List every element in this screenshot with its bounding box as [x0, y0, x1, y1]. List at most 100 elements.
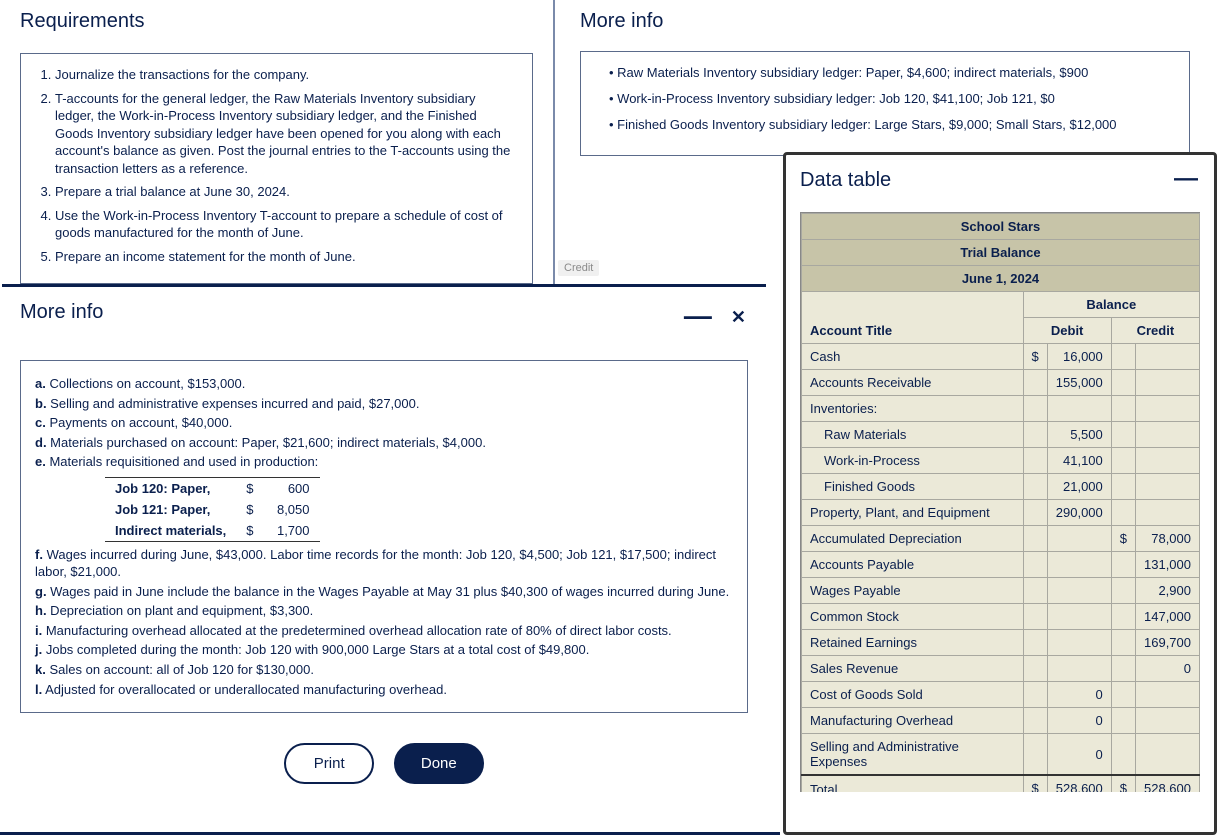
requirements-list: Journalize the transactions for the comp… — [35, 66, 518, 265]
transaction-line: a. Collections on account, $153,000. — [35, 375, 733, 393]
table-row: Retained Earnings169,700 — [802, 630, 1200, 656]
print-button[interactable]: Print — [284, 743, 374, 784]
tb-account-title: Accounts Receivable — [802, 370, 1024, 396]
tb-debit — [1047, 604, 1111, 630]
tb-debit: 0 — [1047, 734, 1111, 776]
tb-credit: 131,000 — [1136, 552, 1200, 578]
credit-stub: Credit — [558, 260, 599, 276]
transaction-line: d. Materials purchased on account: Paper… — [35, 434, 733, 452]
tb-account-title: Finished Goods — [802, 474, 1024, 500]
table-row: Property, Plant, and Equipment 290,000 — [802, 500, 1200, 526]
tb-account-title: Cost of Goods Sold — [802, 682, 1024, 708]
transaction-line: b. Selling and administrative expenses i… — [35, 395, 733, 413]
transaction-line: h. Depreciation on plant and equipment, … — [35, 602, 733, 620]
tb-account-title: Property, Plant, and Equipment — [802, 500, 1024, 526]
close-icon[interactable]: ✕ — [731, 307, 746, 327]
more-info-top-list: Raw Materials Inventory subsidiary ledge… — [595, 64, 1175, 135]
table-row: Accounts Receivable155,000 — [802, 370, 1200, 396]
table-row: Cost of Goods Sold0 — [802, 682, 1200, 708]
tb-credit: 147,000 — [1136, 604, 1200, 630]
tb-debit: 5,500 — [1047, 422, 1111, 448]
transaction-line: l. Adjusted for overallocated or underal… — [35, 681, 733, 699]
table-row: Cash$16,000 — [802, 344, 1200, 370]
tb-account-title: Common Stock — [802, 604, 1024, 630]
table-row: Accounts Payable 131,000 — [802, 552, 1200, 578]
done-button[interactable]: Done — [394, 743, 484, 784]
tb-total-debit: 528,600 — [1047, 775, 1111, 792]
tb-credit — [1136, 370, 1200, 396]
more-info-top-panel: More info Raw Materials Inventory subsid… — [560, 0, 1210, 166]
data-table-panel: — Data table School Stars Trial Balance … — [783, 152, 1217, 835]
data-table-title: Data table — [800, 169, 1200, 192]
materials-row: Job 121: Paper,$8,050 — [105, 499, 320, 520]
requirement-item: Prepare an income statement for the mont… — [55, 248, 518, 266]
tb-credit — [1136, 396, 1200, 422]
requirement-item: Use the Work-in-Process Inventory T-acco… — [55, 207, 518, 242]
tb-account-title: Raw Materials — [802, 422, 1024, 448]
tb-total-csym: $ — [1111, 775, 1135, 792]
tb-credit — [1136, 448, 1200, 474]
tb-account-title: Work-in-Process — [802, 448, 1024, 474]
tb-account-title: Inventories: — [802, 396, 1024, 422]
table-row: Raw Materials 5,500 — [802, 422, 1200, 448]
table-row: Selling and Administrative Expenses0 — [802, 734, 1200, 776]
table-row: Manufacturing Overhead 0 — [802, 708, 1200, 734]
tb-total-credit: 528,600 — [1136, 775, 1200, 792]
tb-debit — [1047, 552, 1111, 578]
tb-account-title: Manufacturing Overhead — [802, 708, 1024, 734]
more-info-bullet: Work-in-Process Inventory subsidiary led… — [609, 90, 1175, 108]
tb-credit — [1136, 500, 1200, 526]
tb-credit — [1136, 708, 1200, 734]
requirements-title: Requirements — [20, 10, 533, 33]
tb-debit — [1047, 526, 1111, 552]
tb-credit — [1136, 734, 1200, 776]
transaction-line: i. Manufacturing overhead allocated at t… — [35, 622, 733, 640]
tb-credit — [1136, 422, 1200, 448]
requirement-item: Prepare a trial balance at June 30, 2024… — [55, 183, 518, 201]
more-info-bullet: Finished Goods Inventory subsidiary ledg… — [609, 116, 1175, 134]
tb-account-title: Sales Revenue — [802, 656, 1024, 682]
tb-account-title: Wages Payable — [802, 578, 1024, 604]
requirement-item: Journalize the transactions for the comp… — [55, 66, 518, 84]
tb-credit — [1136, 682, 1200, 708]
tb-debit — [1047, 578, 1111, 604]
more-info-bottom-box: a. Collections on account, $153,000. b. S… — [20, 360, 748, 713]
table-row: Accumulated Depreciation$78,000 — [802, 526, 1200, 552]
transaction-line: k. Sales on account: all of Job 120 for … — [35, 661, 733, 679]
tb-credit: 2,900 — [1136, 578, 1200, 604]
table-row: Work-in-Process 41,100 — [802, 448, 1200, 474]
tb-account-title: Accumulated Depreciation — [802, 526, 1024, 552]
table-row: Inventories: — [802, 396, 1200, 422]
tb-debit: 290,000 — [1047, 500, 1111, 526]
more-info-top-box: Raw Materials Inventory subsidiary ledge… — [580, 51, 1190, 156]
tb-credit: 169,700 — [1136, 630, 1200, 656]
more-info-bullet: Raw Materials Inventory subsidiary ledge… — [609, 64, 1175, 82]
trial-balance-table: School Stars Trial Balance June 1, 2024 … — [801, 213, 1200, 792]
more-info-bottom-title: More info — [20, 301, 748, 324]
tb-credit: 78,000 — [1136, 526, 1200, 552]
tb-debit: 41,100 — [1047, 448, 1111, 474]
minimize-icon[interactable]: — — [684, 300, 712, 331]
tb-credit: 0 — [1136, 656, 1200, 682]
transaction-line: g. Wages paid in June include the balanc… — [35, 583, 733, 601]
tb-credit — [1136, 344, 1200, 370]
tb-total-dsym: $ — [1023, 775, 1047, 792]
tb-company: School Stars — [802, 214, 1200, 240]
more-info-bottom-panel: — ✕ More info a. Collections on account,… — [2, 284, 766, 824]
transaction-line: j. Jobs completed during the month: Job … — [35, 641, 733, 659]
data-table-scroll[interactable]: School Stars Trial Balance June 1, 2024 … — [800, 212, 1200, 792]
tb-account-title: Accounts Payable — [802, 552, 1024, 578]
table-row: Finished Goods 21,000 — [802, 474, 1200, 500]
tb-balance-hdr: Balance — [1023, 292, 1199, 318]
materials-table: Job 120: Paper,$600Job 121: Paper,$8,050… — [105, 477, 320, 542]
tb-date: June 1, 2024 — [802, 266, 1200, 292]
tb-debit — [1047, 630, 1111, 656]
table-row: Sales Revenue 0 — [802, 656, 1200, 682]
minimize-icon[interactable]: — — [1174, 165, 1198, 193]
tb-account-title: Cash — [802, 344, 1024, 370]
transaction-line: c. Payments on account, $40,000. — [35, 414, 733, 432]
transaction-line: e. Materials requisitioned and used in p… — [35, 453, 733, 471]
tb-credit-hdr: Credit — [1111, 318, 1199, 344]
tb-debit: 21,000 — [1047, 474, 1111, 500]
tb-debit: 0 — [1047, 708, 1111, 734]
